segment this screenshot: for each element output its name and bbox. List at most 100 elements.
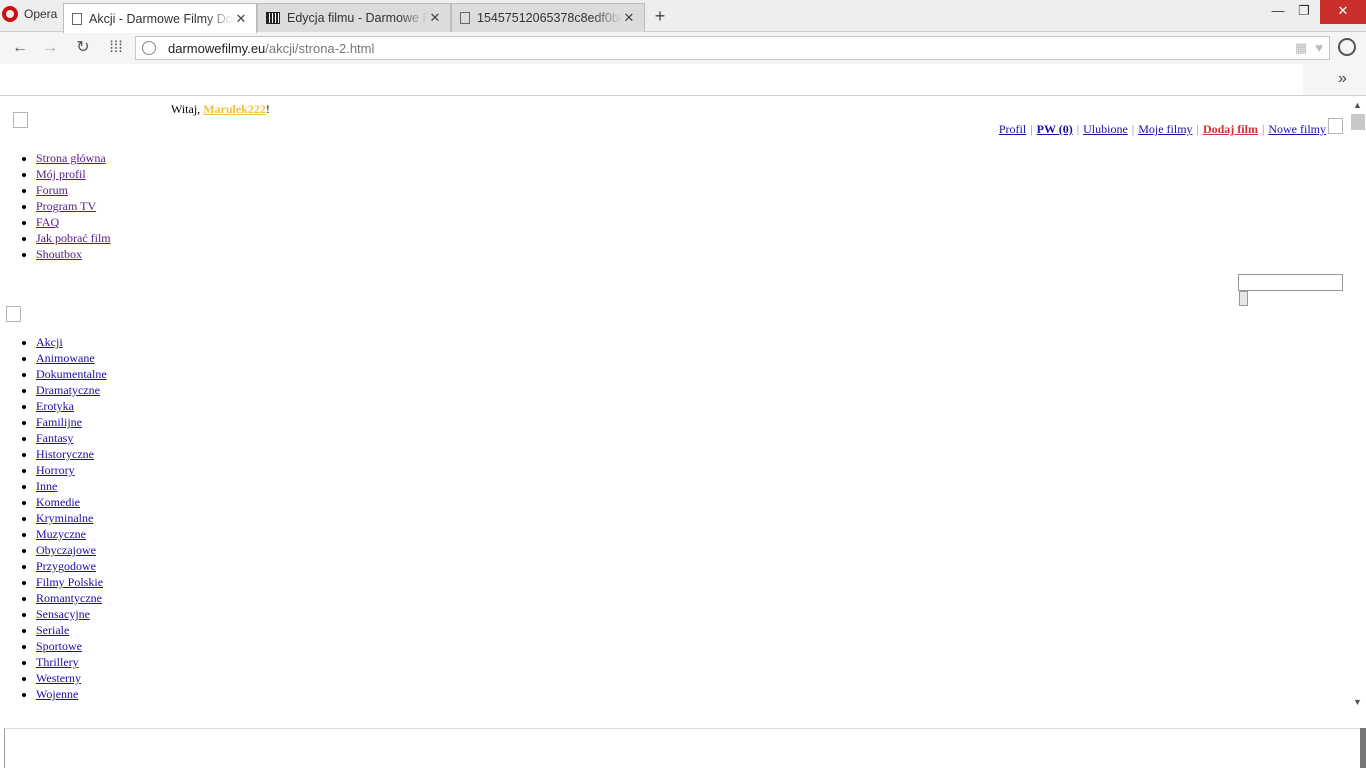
category-item: Animowane — [36, 350, 107, 366]
category-item: Seriale — [36, 622, 107, 638]
opera-logo-icon — [2, 6, 18, 22]
category-link-horrory[interactable]: Horrory — [36, 463, 75, 477]
address-bar[interactable]: darmowefilmy.eu/akcji/strona-2.html ▦ ♥ — [135, 36, 1330, 60]
tv-program-link[interactable]: Program TV — [36, 199, 96, 213]
category-link-muzyczne[interactable]: Muzyczne — [36, 527, 86, 541]
welcome-text: Witaj, Marulek222! — [171, 102, 270, 117]
category-menu: Akcji Animowane Dokumentalne Dramatyczne… — [0, 334, 107, 702]
menu-item: Forum — [36, 182, 111, 198]
separator: | — [1261, 122, 1265, 136]
restore-button[interactable]: ❐ — [1288, 0, 1320, 24]
category-item: Przygodowe — [36, 558, 107, 574]
main-menu: Strona główna Mój profil Forum Program T… — [0, 150, 111, 262]
category-link-fantasy[interactable]: Fantasy — [36, 431, 73, 445]
menu-item: Shoutbox — [36, 246, 111, 262]
opera-menu-button[interactable]: Opera — [0, 0, 60, 28]
menu-item: Strona główna — [36, 150, 111, 166]
category-link-obyczajowe[interactable]: Obyczajowe — [36, 543, 96, 557]
window-close-button[interactable]: ✕ — [1320, 0, 1366, 24]
category-link-seriale[interactable]: Seriale — [36, 623, 69, 637]
category-item: Fantasy — [36, 430, 107, 446]
tab-document[interactable]: 15457512065378c8edf0b6c ✕ — [451, 3, 645, 32]
url-host: darmowefilmy.eu — [168, 40, 266, 56]
speed-dial-add-icon[interactable]: ▦ — [1295, 40, 1307, 56]
category-item: Thrillery — [36, 654, 107, 670]
category-link-familijne[interactable]: Familijne — [36, 415, 82, 429]
category-link-inne[interactable]: Inne — [36, 479, 57, 493]
close-icon[interactable]: ✕ — [622, 10, 636, 26]
category-link-wojenne[interactable]: Wojenne — [36, 687, 78, 701]
tab-akcji[interactable]: Akcji - Darmowe Filmy Do ✕ — [63, 3, 257, 33]
profile-link[interactable]: Profil — [999, 122, 1026, 136]
url-path: /akcji/strona-2.html — [265, 40, 375, 56]
how-to-download-link[interactable]: Jak pobrać film — [36, 231, 111, 245]
tab-title: Edycja filmu - Darmowe Fi — [287, 11, 428, 25]
username-link[interactable]: Marulek222 — [203, 102, 266, 116]
page-viewport: Witaj, Marulek222! Profil | PW (0) | Ulubion… — [0, 96, 1366, 710]
film-icon — [266, 12, 280, 24]
bottom-scroll-thumb[interactable] — [1360, 728, 1366, 768]
back-icon[interactable]: ← — [10, 38, 30, 58]
address-bar-actions: ▦ ♥ — [1295, 40, 1323, 56]
category-link-dokumentalne[interactable]: Dokumentalne — [36, 367, 107, 381]
forward-icon[interactable]: → — [40, 38, 60, 58]
page-scrollbar[interactable]: ▲ ▼ — [1350, 96, 1366, 710]
reload-icon[interactable]: ↻ — [73, 38, 93, 58]
category-item: Muzyczne — [36, 526, 107, 542]
search-input[interactable] — [1238, 274, 1343, 291]
my-films-link[interactable]: Moje filmy — [1138, 122, 1192, 136]
category-item: Filmy Polskie — [36, 574, 107, 590]
category-link-westerny[interactable]: Westerny — [36, 671, 81, 685]
browser-toolbar: ← → ↻ ⁞⁞⁞ darmowefilmy.eu/akcji/strona-2… — [0, 32, 1366, 64]
separator: | — [1030, 122, 1033, 136]
more-icon[interactable]: » — [1338, 70, 1347, 88]
home-link[interactable]: Strona główna — [36, 151, 106, 165]
category-link-kryminalne[interactable]: Kryminalne — [36, 511, 93, 525]
logo-image-placeholder — [13, 112, 28, 128]
category-link-filmy-polskie[interactable]: Filmy Polskie — [36, 575, 103, 589]
my-profile-link[interactable]: Mój profil — [36, 167, 86, 181]
scroll-thumb[interactable] — [1351, 114, 1365, 130]
tab-edycja-filmu[interactable]: Edycja filmu - Darmowe Fi ✕ — [257, 3, 451, 32]
heart-icon[interactable]: ♥ — [1315, 40, 1323, 56]
category-item: Wojenne — [36, 686, 107, 702]
tab-title: Akcji - Darmowe Filmy Do — [89, 11, 233, 26]
category-link-animowane[interactable]: Animowane — [36, 351, 95, 365]
category-link-sportowe[interactable]: Sportowe — [36, 639, 82, 653]
faq-link[interactable]: FAQ — [36, 215, 59, 229]
opera-menu-label: Opera — [24, 7, 58, 21]
category-link-thrillery[interactable]: Thrillery — [36, 655, 79, 669]
shoutbox-link[interactable]: Shoutbox — [36, 247, 82, 261]
favorites-link[interactable]: Ulubione — [1083, 122, 1128, 136]
download-icon[interactable] — [1338, 38, 1356, 56]
scroll-up-icon[interactable]: ▲ — [1353, 100, 1362, 110]
page-icon — [460, 12, 470, 24]
category-link-historyczne[interactable]: Historyczne — [36, 447, 94, 461]
site-info-icon[interactable] — [142, 41, 156, 55]
search-button[interactable] — [1239, 291, 1248, 306]
category-link-komedie[interactable]: Komedie — [36, 495, 80, 509]
scroll-down-icon[interactable]: ▼ — [1353, 697, 1362, 707]
tab-title: 15457512065378c8edf0b6c — [477, 11, 622, 25]
user-links-bar: Profil | PW (0) | Ulubione | Moje filmy | Dodaj … — [999, 122, 1326, 137]
close-icon[interactable]: ✕ — [428, 10, 442, 26]
add-film-link[interactable]: Dodaj film — [1203, 122, 1258, 136]
menu-item: Mój profil — [36, 166, 111, 182]
category-link-sensacyjne[interactable]: Sensacyjne — [36, 607, 90, 621]
category-link-akcji[interactable]: Akcji — [36, 335, 63, 349]
new-tab-button[interactable]: + — [650, 6, 670, 27]
category-link-dramatyczne[interactable]: Dramatyczne — [36, 383, 100, 397]
close-icon[interactable]: ✕ — [234, 11, 248, 27]
category-link-romantyczne[interactable]: Romantyczne — [36, 591, 102, 605]
category-item: Dokumentalne — [36, 366, 107, 382]
forum-link[interactable]: Forum — [36, 183, 68, 197]
category-item: Komedie — [36, 494, 107, 510]
speed-dial-icon[interactable]: ⁞⁞⁞ — [106, 38, 126, 58]
pw-link[interactable]: PW (0) — [1037, 122, 1073, 136]
new-films-link[interactable]: Nowe filmy — [1268, 122, 1326, 136]
category-link-przygodowe[interactable]: Przygodowe — [36, 559, 96, 573]
category-item: Inne — [36, 478, 107, 494]
category-item: Familijne — [36, 414, 107, 430]
header-image-placeholder — [1328, 118, 1343, 134]
category-link-erotyka[interactable]: Erotyka — [36, 399, 74, 413]
